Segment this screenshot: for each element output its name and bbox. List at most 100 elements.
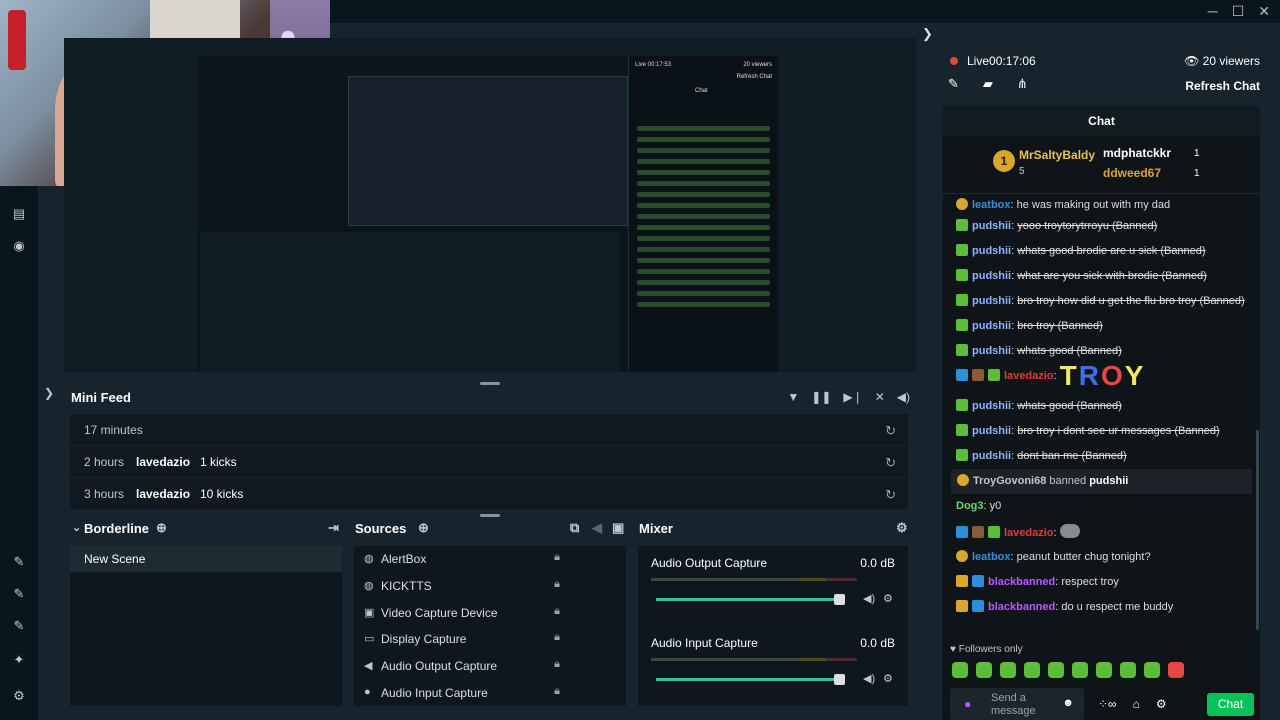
edit-icon[interactable]: ✎ xyxy=(948,76,959,92)
emote[interactable] xyxy=(1096,662,1112,678)
replay-icon[interactable]: ↻ xyxy=(885,423,896,439)
points-icon[interactable]: ⁘∞ xyxy=(1098,697,1117,711)
mic-icon[interactable]: ● xyxy=(964,697,971,711)
emote[interactable] xyxy=(1168,662,1184,678)
speaker-icon[interactable]: ◀) xyxy=(863,672,875,685)
app-store-icon[interactable]: ✎ xyxy=(11,618,27,634)
gear-icon[interactable]: ⚙ xyxy=(883,592,893,605)
source-item[interactable]: ● Audio Input Capture 🔒︎ xyxy=(354,680,626,707)
maximize-button[interactable]: ☐ xyxy=(1232,3,1245,20)
top-supporter-name: MrSaltyBaldy xyxy=(1019,148,1096,162)
scene-transition-icon[interactable]: ⇥ xyxy=(328,520,339,536)
mixer-title: Mixer xyxy=(639,521,673,536)
ban-notice: TroyGovoni68 banned pudshii xyxy=(951,469,1252,494)
source-item[interactable]: ▣ Video Capture Device 🔒︎ xyxy=(354,600,626,627)
source-item[interactable]: ◀ Audio Output Capture 🔒︎ xyxy=(354,653,626,680)
chat-message: blackbanned: do u respect me buddy xyxy=(943,595,1260,620)
chevron-right-icon[interactable]: ❯ xyxy=(44,386,54,400)
docks-resize-handle[interactable] xyxy=(480,514,500,517)
emote[interactable] xyxy=(1024,662,1040,678)
gear-icon[interactable]: ⚙ xyxy=(883,672,893,685)
preview-mini-docks xyxy=(200,232,620,372)
sparkle-icon[interactable]: ✦ xyxy=(11,652,27,668)
emote[interactable] xyxy=(1072,662,1088,678)
emote[interactable] xyxy=(1048,662,1064,678)
emote[interactable] xyxy=(1120,662,1136,678)
chat-panel: Chat 1 MrSaltyBaldy 5 mdphatckkr 1 ddwee… xyxy=(943,106,1260,720)
volume-slider[interactable] xyxy=(656,598,840,601)
camera-icon: ▣ xyxy=(364,606,375,619)
chat-settings-icon[interactable]: ⚙ xyxy=(1156,697,1167,711)
viewer-count: 👁︎ 20 viewers xyxy=(1184,54,1260,68)
supporter-count: 1 xyxy=(1194,168,1200,179)
store-icon[interactable]: ⌂ xyxy=(1133,697,1140,711)
preview-live-text: Live 00:17:53 xyxy=(635,62,672,68)
chat-messages: leatbox: he was making out with my dad p… xyxy=(943,198,1260,620)
supporter-count: 1 xyxy=(1194,148,1200,159)
speaker-icon: ◀ xyxy=(364,660,373,673)
chat-input[interactable]: ● Send a message ☻ xyxy=(950,688,1084,720)
replay-icon[interactable]: ↻ xyxy=(885,487,896,503)
themes-icon[interactable]: ✎ xyxy=(11,586,27,602)
refresh-chat-button[interactable]: Refresh Chat xyxy=(1185,79,1260,93)
mute-alerts-icon[interactable]: ✕ xyxy=(875,390,885,404)
speaker-icon[interactable]: ◀) xyxy=(863,592,875,605)
share-icon[interactable]: ⋔ xyxy=(1017,76,1028,92)
chat-message: pudshii: whats good (Banned) xyxy=(943,394,1260,419)
lock-icon[interactable]: 🔒︎ xyxy=(554,551,560,564)
speaker-off-icon[interactable]: ◀ xyxy=(592,520,602,536)
folder-icon[interactable]: ⧉ xyxy=(570,520,579,536)
volume-icon[interactable]: ◀) xyxy=(897,390,910,404)
lock-icon[interactable]: 🔒︎ xyxy=(554,685,560,698)
chevron-right-icon[interactable]: ❯ xyxy=(922,26,933,42)
source-filter-icon[interactable]: ▣ xyxy=(612,520,624,536)
add-source-icon[interactable]: ⊕ xyxy=(418,520,429,536)
mixer-item: Audio Output Capture 0.0 dB ◀) ⚙ xyxy=(638,546,908,626)
close-button[interactable]: ✕ xyxy=(1258,3,1270,20)
left-nav: ▤ ◉ ✎ ✎ ✎ ✦ ⚙ xyxy=(0,186,38,720)
source-item[interactable]: ◍ AlertBox 🔒︎ xyxy=(354,546,626,573)
record-clip-icon[interactable]: ▰ xyxy=(983,76,993,92)
preview-screen xyxy=(198,56,628,226)
lock-icon[interactable]: 🔒︎ xyxy=(554,605,560,618)
volume-slider[interactable] xyxy=(656,678,840,681)
chat-message: lavedazio: TROY xyxy=(943,362,1260,394)
lock-icon[interactable]: 🔒︎ xyxy=(554,631,560,644)
pause-icon[interactable]: ❚❚ xyxy=(811,390,831,404)
chat-message: pudshii: yooo troytorytrroyu (Banned) xyxy=(943,214,1260,239)
studio-icon[interactable]: ▤ xyxy=(11,206,27,222)
chevron-down-icon[interactable]: ⌄ xyxy=(72,521,81,534)
emote[interactable] xyxy=(1000,662,1016,678)
skip-icon[interactable]: ▶❘ xyxy=(843,390,862,404)
live-timer: Live00:17:06 xyxy=(967,54,1036,68)
mixer-settings-icon[interactable]: ⚙ xyxy=(896,520,908,536)
editor-area[interactable]: Live 00:17:53 20 viewers Refresh Chat Ch… xyxy=(64,38,916,372)
lock-icon[interactable]: 🔒︎ xyxy=(554,658,560,671)
emote[interactable] xyxy=(952,662,968,678)
replay-icon[interactable]: ↻ xyxy=(885,455,896,471)
emote[interactable] xyxy=(1144,662,1160,678)
mixer-item-db: 0.0 dB xyxy=(860,636,895,650)
volume-slider-knob[interactable] xyxy=(834,674,845,685)
minimize-button[interactable]: ─ xyxy=(1208,3,1218,20)
chat-title: Chat xyxy=(943,106,1260,136)
record-icon[interactable]: ◉ xyxy=(11,238,27,254)
scene-item[interactable]: New Scene xyxy=(70,546,342,572)
chat-scrollbar[interactable] xyxy=(1256,430,1259,630)
highlighter-icon[interactable]: ✎ xyxy=(11,554,27,570)
add-scene-collection-icon[interactable]: ⊕ xyxy=(156,520,167,536)
source-item[interactable]: ▭ Display Capture 🔒︎ xyxy=(354,626,626,653)
volume-slider-knob[interactable] xyxy=(834,594,845,605)
emoji-icon[interactable]: ☻ xyxy=(1062,697,1074,709)
settings-icon[interactable]: ⚙ xyxy=(11,688,27,704)
emote[interactable] xyxy=(976,662,992,678)
mixer-item-name: Audio Output Capture xyxy=(651,556,768,570)
feed-time: 17 minutes xyxy=(84,423,143,437)
filter-icon[interactable]: ▼ xyxy=(787,390,799,404)
chat-message: leatbox: peanut butter chug tonight? xyxy=(943,545,1260,570)
lock-icon[interactable]: 🔒︎ xyxy=(554,578,560,591)
source-item[interactable]: ◍ KICKTTS 🔒︎ xyxy=(354,573,626,600)
sources-title: Sources xyxy=(355,521,407,536)
scenes-list: New Scene xyxy=(70,546,342,706)
chat-send-button[interactable]: Chat xyxy=(1207,693,1254,716)
